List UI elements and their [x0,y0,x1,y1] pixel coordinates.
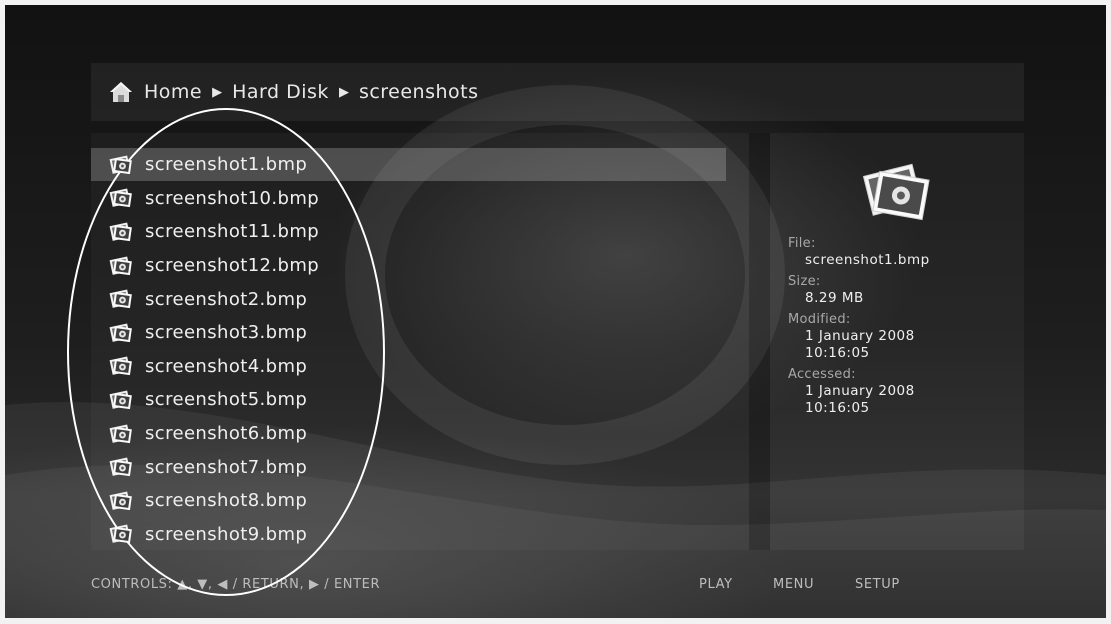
breadcrumb: Home ▶ Hard Disk ▶ screenshots [91,63,1024,121]
size-value: 8.29 MB [805,290,864,306]
accessed-date: 1 January 2008 [805,383,915,399]
file-list-item[interactable]: screenshot11.bmp [91,215,731,249]
breadcrumb-separator-icon: ▶ [338,84,349,100]
file-list-item[interactable]: screenshot12.bmp [91,249,731,283]
accessed-value: 1 January 2008 10:16:05 [788,383,1018,417]
file-list-item[interactable]: screenshot7.bmp [91,450,731,484]
controls-hint: CONTROLS: ▲, ▼, ◀ / RETURN, ▶ / ENTER [91,577,381,592]
media-browser-screen: Home ▶ Hard Disk ▶ screenshots screensho… [5,5,1106,618]
file-name: screenshot12.bmp [145,255,320,277]
home-icon[interactable] [108,79,134,105]
menu-button[interactable]: MENU [773,577,814,592]
file-info-panel: File: screenshot1.bmp Size: 8.29 MB Modi… [770,133,1024,550]
breadcrumb-home[interactable]: Home [144,81,202,103]
file-name: screenshot10.bmp [145,187,320,209]
breadcrumb-screenshots[interactable]: screenshots [359,81,479,103]
file-list: screenshot1.bmp screenshot10.bmp screensho… [91,148,731,551]
image-file-icon [109,289,132,309]
file-name: screenshot7.bmp [145,456,308,478]
file-list-item[interactable]: screenshot4.bmp [91,350,731,384]
file-name: screenshot2.bmp [145,288,308,310]
file-name: screenshot8.bmp [145,490,308,512]
image-file-icon [109,323,132,342]
photo-preview-icon [862,163,930,221]
image-file-icon [109,390,132,410]
modified-date: 1 January 2008 [805,328,915,344]
size-label: Size: [788,274,821,289]
file-list-item[interactable]: screenshot8.bmp [91,484,731,518]
file-name: screenshot4.bmp [145,355,308,377]
file-name: screenshot1.bmp [145,154,308,176]
image-file-icon [109,524,132,544]
play-button[interactable]: PLAY [699,577,733,592]
setup-button[interactable]: SETUP [855,577,900,592]
image-file-icon [109,491,132,510]
file-label: File: [788,236,816,251]
file-name: screenshot3.bmp [145,322,308,344]
file-name: screenshot5.bmp [145,389,308,411]
modified-label: Modified: [788,312,851,327]
file-name: screenshot9.bmp [145,523,308,545]
breadcrumb-hard-disk[interactable]: Hard Disk [232,81,329,103]
file-list-item[interactable]: screenshot5.bmp [91,383,731,417]
modified-value: 1 January 2008 10:16:05 [788,328,1018,362]
modified-time: 10:16:05 [805,345,870,361]
image-file-icon [109,356,132,376]
file-list-item[interactable]: screenshot1.bmp [91,148,731,182]
image-file-icon [109,222,132,242]
file-list-panel: screenshot1.bmp screenshot10.bmp screensho… [91,133,749,550]
file-list-item[interactable]: screenshot2.bmp [91,282,731,316]
image-file-icon [109,256,132,275]
file-list-item[interactable]: screenshot10.bmp [91,182,731,216]
image-file-icon [109,188,132,208]
accessed-time: 10:16:05 [805,400,870,416]
panel-divider [749,133,770,550]
image-file-icon [109,457,132,477]
file-list-item[interactable]: screenshot3.bmp [91,316,731,350]
file-list-item[interactable]: screenshot9.bmp [91,518,731,552]
file-list-item[interactable]: screenshot6.bmp [91,417,731,451]
accessed-label: Accessed: [788,367,856,382]
breadcrumb-separator-icon: ▶ [212,84,223,100]
file-name-value: screenshot1.bmp [805,252,930,268]
file-name: screenshot11.bmp [145,221,320,243]
file-name: screenshot6.bmp [145,423,308,445]
file-details: File: screenshot1.bmp Size: 8.29 MB Modi… [788,236,1018,422]
image-file-icon [109,155,132,174]
image-file-icon [109,424,132,443]
